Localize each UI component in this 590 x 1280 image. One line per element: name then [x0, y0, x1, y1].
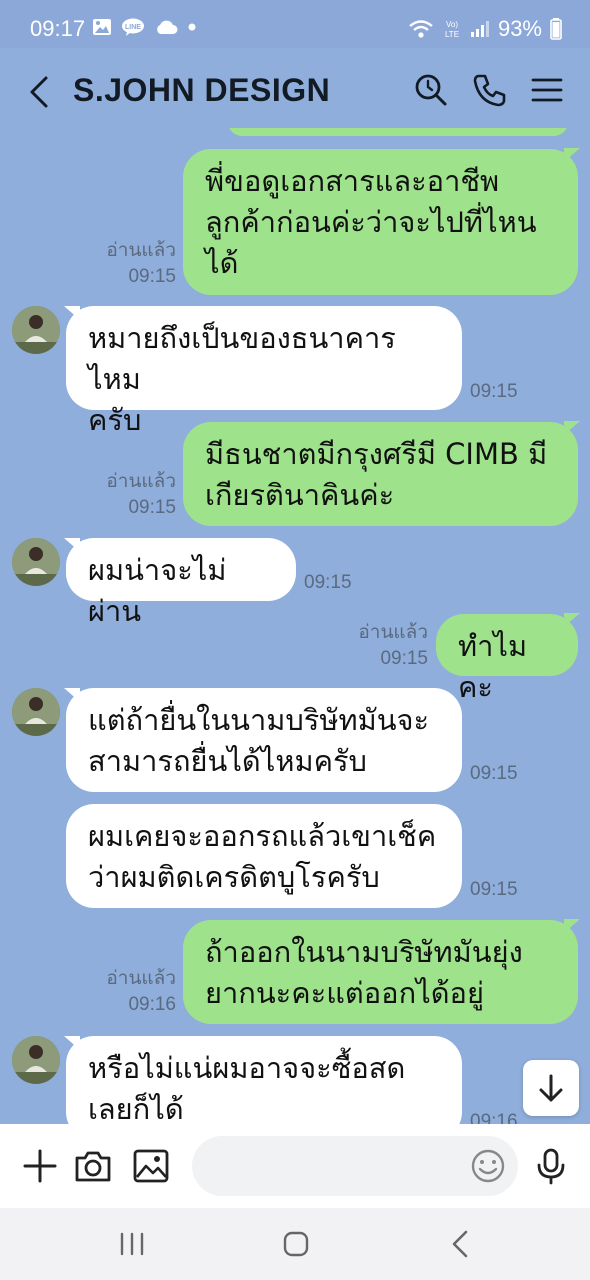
gallery-notification-icon [93, 19, 111, 35]
read-receipt: อ่านแล้ว 09:15 [358, 622, 428, 669]
microphone-icon[interactable] [531, 1146, 571, 1186]
read-receipt: อ่านแล้ว 09:15 [106, 240, 176, 287]
avatar[interactable] [12, 306, 60, 354]
message-time: 09:15 [470, 879, 518, 900]
image-icon[interactable] [131, 1146, 171, 1186]
read-receipt: อ่านแล้ว 09:16 [106, 968, 176, 1015]
avatar[interactable] [12, 538, 60, 586]
message-time: 09:15 [470, 381, 518, 402]
bubble-tail [564, 613, 580, 627]
message-bubble-sent[interactable]: มีธนชาตมีกรุงศรีมี CIMB มี เกียรตินาคินค่… [183, 422, 578, 526]
camera-icon[interactable] [73, 1146, 113, 1186]
svg-text:LTE: LTE [445, 30, 459, 39]
line-notification-icon: LINE [122, 18, 144, 36]
read-receipt: อ่านแล้ว 09:15 [106, 471, 176, 518]
home-icon[interactable] [278, 1226, 314, 1262]
battery-icon [550, 18, 562, 40]
bubble-tail [564, 148, 580, 162]
recent-apps-icon[interactable] [114, 1226, 150, 1262]
message-time: 09:16 [470, 1111, 518, 1124]
lte-signal-label: Vo)LTE [445, 20, 459, 39]
chat-title: S.JOHN DESIGN [73, 72, 331, 108]
message-bubble-received[interactable]: หรือไม่แน่ผมอาจจะซื้อสด เลยก็ได้ [66, 1036, 462, 1124]
message-bubble-received[interactable]: หมายถึงเป็นของธนาคารไหม ครับ [66, 306, 462, 437]
message-time: 09:15 [470, 763, 518, 784]
wifi-icon [409, 20, 433, 38]
message-bubble-sent[interactable]: พี่ขอดูเอกสารและอาชีพ ลูกค้าก่อนค่ะว่าจะไ… [183, 149, 578, 295]
message-bubble-received[interactable]: ผมน่าจะไม่ผ่าน [66, 538, 296, 628]
system-navigation-bar [0, 1208, 590, 1280]
emoji-icon[interactable] [468, 1146, 508, 1186]
back-arrow-icon[interactable] [24, 72, 60, 112]
message-bubble-partial[interactable] [228, 128, 568, 136]
signal-icon [470, 21, 489, 37]
search-icon[interactable] [413, 72, 449, 108]
plus-icon[interactable] [20, 1146, 60, 1186]
avatar[interactable] [12, 688, 60, 736]
avatar[interactable] [12, 1036, 60, 1084]
bubble-tail [564, 919, 580, 933]
scroll-to-bottom-button[interactable] [523, 1060, 579, 1116]
chat-area: อ่านแล้ว 09:15 พี่ขอดูเอกสารและอาชีพ ลูกค้… [0, 128, 590, 1124]
arrow-down-icon [539, 1074, 563, 1102]
cloud-icon [157, 20, 178, 34]
status-bar: 09:17 LINE Vo) LTE 93% [0, 0, 590, 48]
message-bubble-sent[interactable]: ถ้าออกในนามบริษัทมันยุ่ง ยากนะคะแต่ออกได้… [183, 920, 578, 1024]
message-bubble-received[interactable]: ผมเคยจะออกรถแล้วเขาเช็ค ว่าผมติดเครดิตบูโ… [66, 804, 462, 908]
svg-text:Vo): Vo) [446, 20, 458, 29]
message-bubble-received[interactable]: แต่ถ้ายื่นในนามบริษัทมันจะ สามารถยื่นได้ไ… [66, 688, 462, 792]
back-icon[interactable] [444, 1226, 480, 1262]
battery-percent: 93% [497, 16, 542, 41]
chat-header: S.JOHN DESIGN [0, 48, 590, 136]
message-bubble-sent[interactable]: ทำไมคะ [436, 614, 578, 704]
message-input-bar [0, 1124, 590, 1208]
message-time: 09:15 [304, 572, 352, 593]
bubble-tail [564, 421, 580, 435]
menu-icon[interactable] [529, 72, 565, 108]
phone-icon[interactable] [471, 72, 507, 108]
svg-text:LINE: LINE [125, 24, 141, 31]
dot-icon [188, 23, 196, 31]
status-time: 09:17 [30, 16, 86, 41]
